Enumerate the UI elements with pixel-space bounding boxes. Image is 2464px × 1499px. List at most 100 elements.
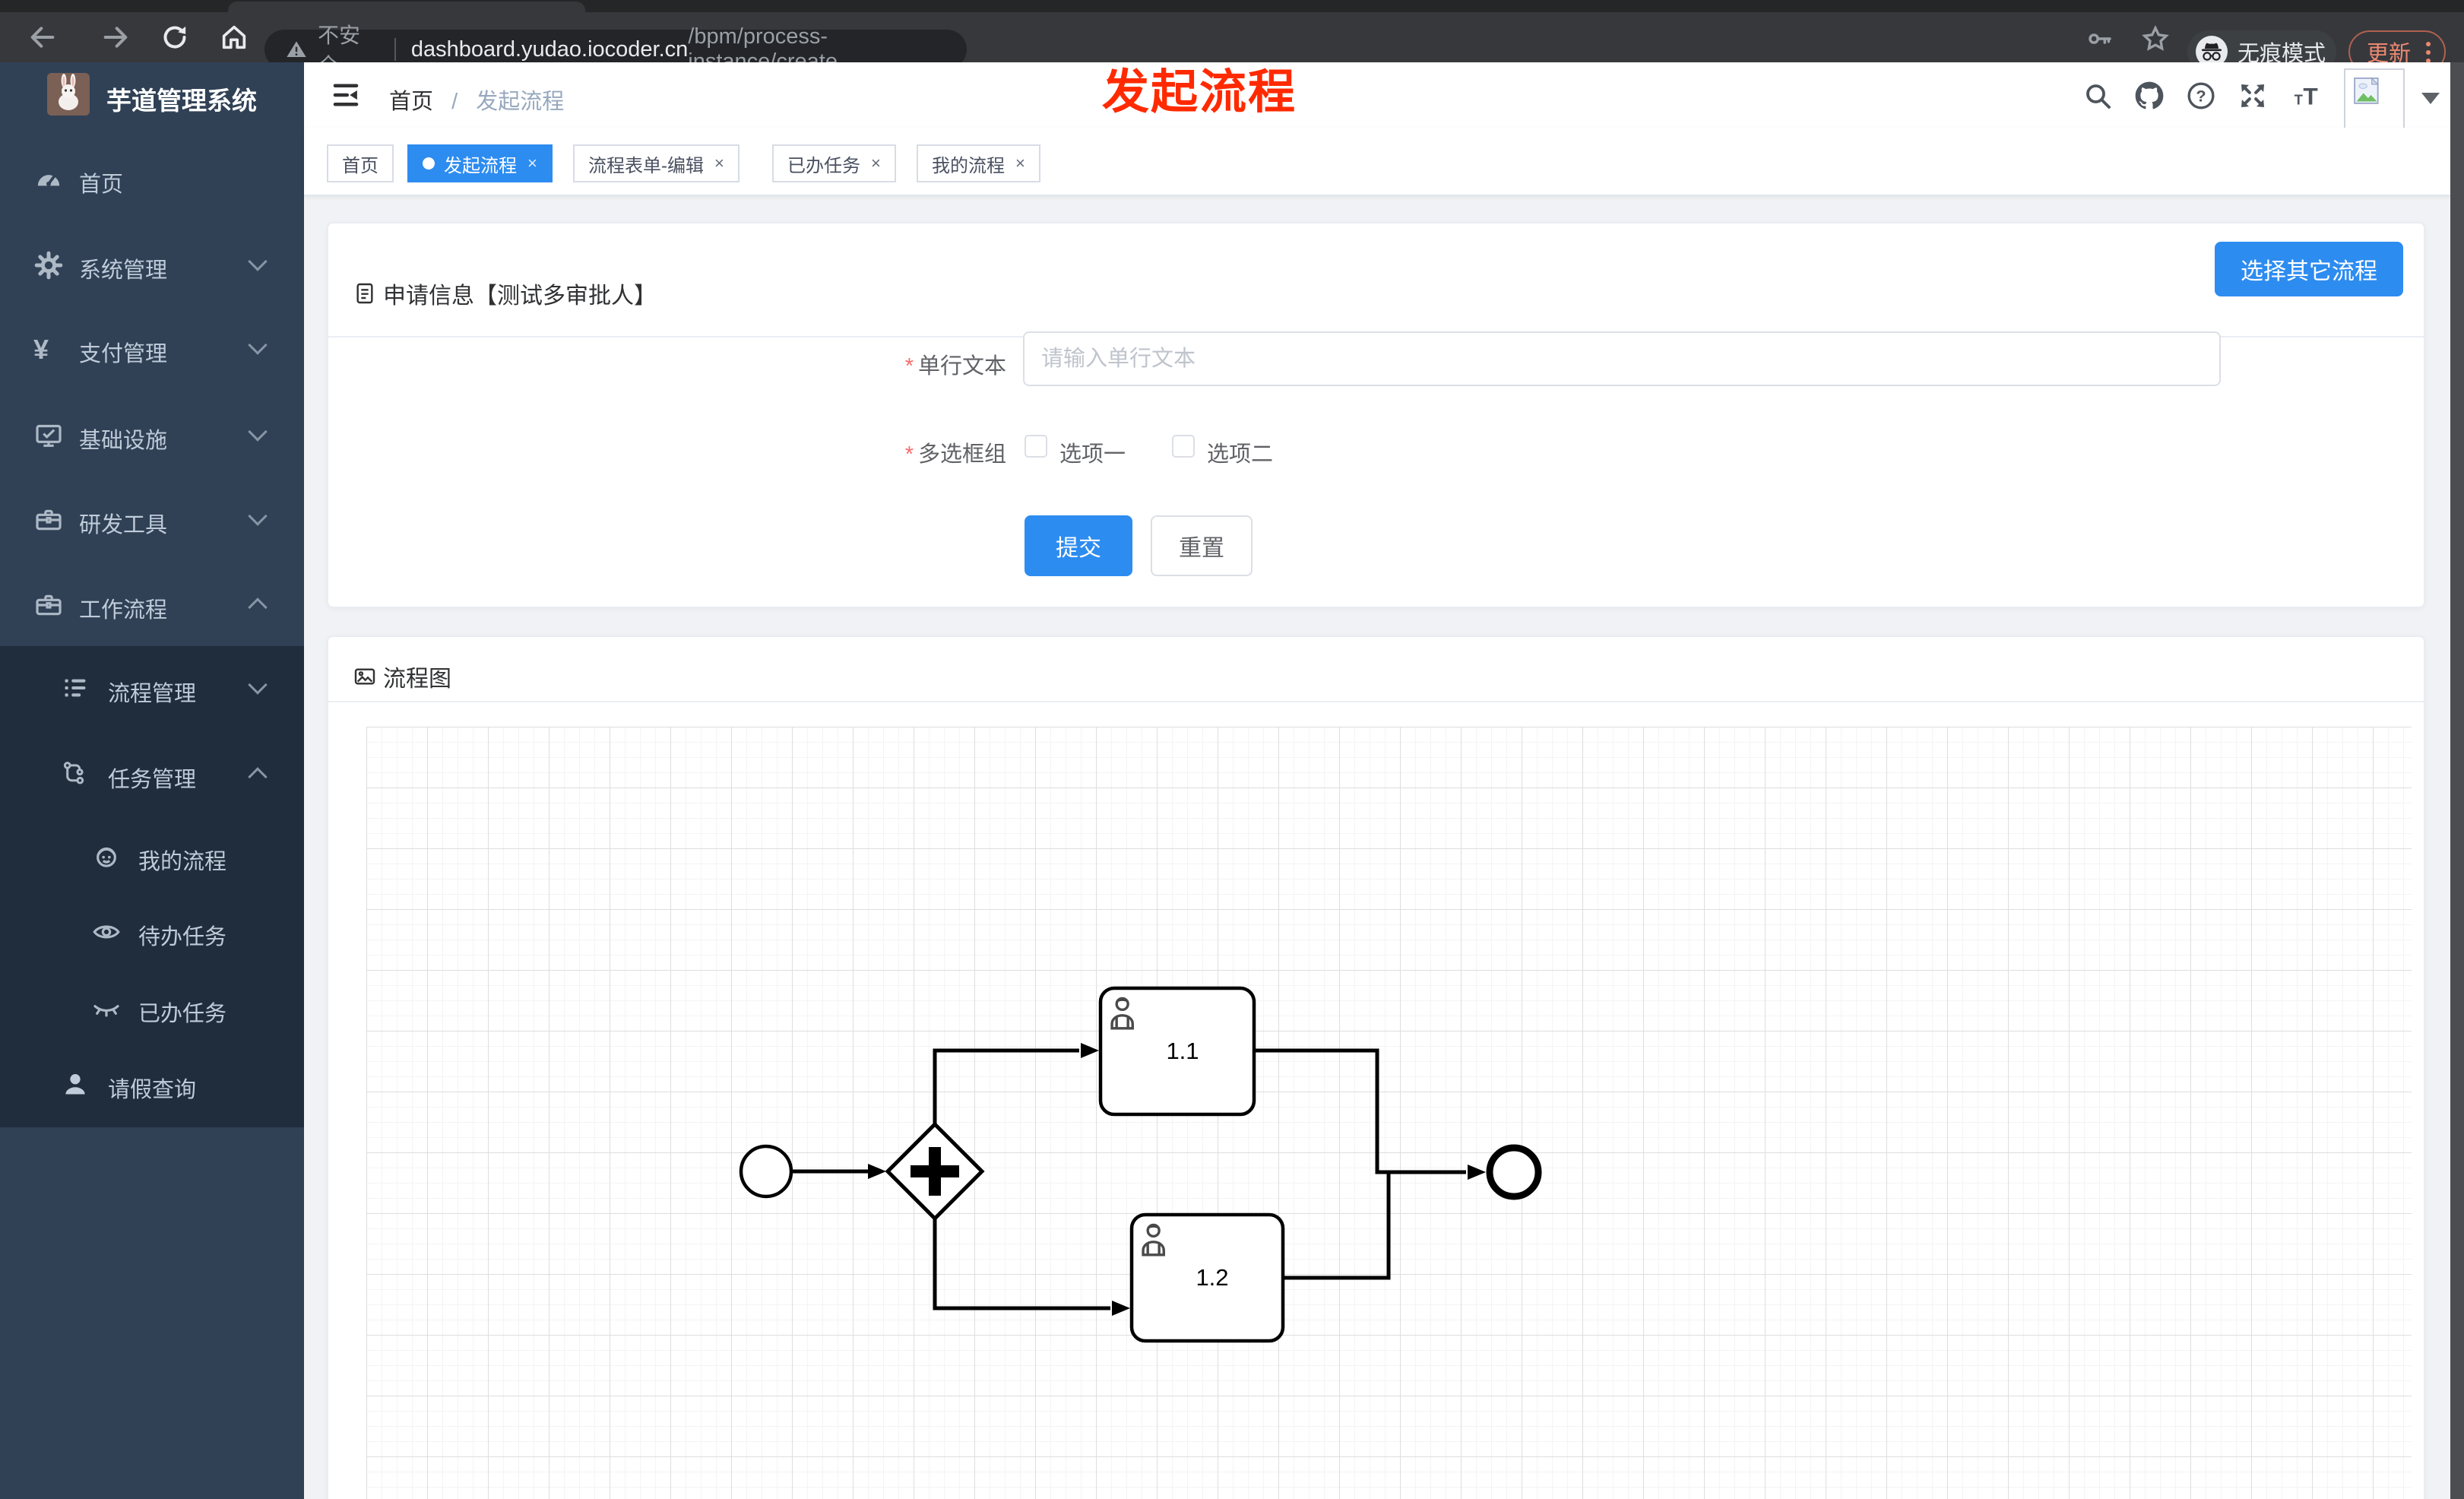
flow-task2-to-end — [1283, 1174, 1391, 1280]
breadcrumb-separator: / — [451, 90, 458, 114]
breadcrumb: 首页 / 发起流程 — [389, 84, 564, 116]
sidebar-item-done-tasks[interactable]: 已办任务 — [0, 971, 304, 1047]
chevron-down-icon — [248, 506, 268, 526]
apply-info-card: 申请信息【测试多审批人】 选择其它流程 *单行文本 *多选框组 选项一 选项二 … — [327, 222, 2425, 608]
user-task-1: 1.1 — [1098, 986, 1256, 1117]
apply-info-card-title: 申请信息【测试多审批人】 — [353, 277, 657, 310]
tab-create-flow[interactable]: 发起流程 × — [407, 144, 553, 182]
tab-close-icon[interactable]: × — [527, 154, 537, 173]
forward-icon[interactable] — [100, 22, 131, 52]
toolbox-icon — [33, 505, 64, 535]
select-other-process-button[interactable]: 选择其它流程 — [2215, 242, 2403, 296]
checkbox-group-label: * 多选框组 — [904, 442, 1006, 467]
app-logo[interactable] — [47, 73, 90, 116]
key-icon[interactable] — [2086, 24, 2116, 55]
url-host: dashboard.yudao.iocoder.cn — [410, 36, 689, 62]
fullscreen-icon[interactable] — [2238, 81, 2268, 111]
task1-label: 1.1 — [1166, 1038, 1199, 1064]
gear-icon — [33, 250, 64, 280]
help-icon[interactable]: ? — [2186, 81, 2216, 111]
browser-active-tab[interactable] — [228, 2, 585, 12]
submit-button[interactable]: 提交 — [1025, 515, 1132, 576]
chevron-down-icon — [248, 422, 268, 442]
sidebar-item-my-process[interactable]: 我的流程 — [0, 819, 304, 895]
sidebar-collapse-icon[interactable] — [330, 79, 362, 111]
sidebar-item-task-mgmt[interactable]: 任务管理 — [0, 737, 304, 813]
flow-gateway-to-task2 — [933, 1216, 1110, 1310]
tab-form-edit[interactable]: 流程表单-编辑 × — [573, 144, 740, 182]
home-icon[interactable] — [219, 22, 249, 52]
avatar-dropdown-caret[interactable] — [2421, 93, 2440, 104]
checkbox-option-2-label[interactable]: 选项二 — [1207, 436, 1273, 468]
tab-close-icon[interactable]: × — [1015, 154, 1025, 173]
annotation-title: 发起流程 — [1102, 66, 1297, 119]
process-diagram-card-title: 流程图 — [353, 660, 451, 693]
tab-my-process[interactable]: 我的流程 × — [917, 144, 1040, 182]
task2-label: 1.2 — [1196, 1264, 1228, 1291]
chevron-down-icon — [248, 675, 268, 695]
app-header — [304, 62, 2450, 128]
dashboard-icon — [33, 164, 64, 195]
font-size-icon[interactable]: TT — [2289, 81, 2320, 111]
user-task-2: 1.2 — [1129, 1212, 1285, 1343]
page-scrollbar[interactable] — [2450, 62, 2464, 1499]
chevron-down-icon — [248, 335, 268, 355]
chevron-down-icon — [248, 252, 268, 271]
monitor-icon — [33, 420, 64, 451]
tree-icon — [61, 759, 91, 790]
search-icon[interactable] — [2082, 81, 2113, 111]
checkbox-option-1-label[interactable]: 选项一 — [1059, 436, 1126, 468]
back-icon[interactable] — [27, 22, 58, 52]
sidebar-item-workflow[interactable]: 工作流程 — [0, 567, 304, 643]
eye-closed-icon — [91, 994, 122, 1024]
single-line-input[interactable] — [1023, 331, 2221, 386]
tab-close-icon[interactable]: × — [714, 154, 724, 173]
chevron-up-icon — [248, 767, 268, 787]
breadcrumb-home[interactable]: 首页 — [389, 90, 433, 114]
svg-text:T: T — [2295, 92, 2303, 108]
tab-close-icon[interactable]: × — [871, 154, 881, 173]
broken-image-icon — [2354, 77, 2380, 104]
reload-icon[interactable] — [160, 22, 190, 52]
sidebar-item-infra[interactable]: 基础设施 — [0, 398, 304, 474]
checkbox-option-1[interactable] — [1025, 435, 1047, 458]
flow-task1-to-end — [1254, 1048, 1466, 1174]
single-line-label: * 单行文本 — [904, 354, 1006, 379]
bpmn-diagram: 1.1 1.2 — [739, 986, 1542, 1343]
avatar[interactable] — [2344, 68, 2405, 129]
sidebar-item-payment[interactable]: ¥ 支付管理 — [0, 311, 304, 387]
sidebar-item-process-mgmt[interactable]: 流程管理 — [0, 651, 304, 727]
face-icon — [91, 841, 122, 872]
sidebar-item-home[interactable]: 首页 — [0, 141, 304, 217]
user-icon — [61, 1070, 91, 1100]
sidebar-item-todo-tasks[interactable]: 待办任务 — [0, 894, 304, 970]
active-tab-dot — [423, 157, 435, 170]
tab-home[interactable]: 首页 — [327, 144, 394, 182]
end-event — [1486, 1144, 1542, 1200]
tags-view-bar: 首页 发起流程 × 流程表单-编辑 × 已办任务 × 我的流程 × — [304, 128, 2450, 196]
security-warning-icon[interactable] — [284, 37, 309, 62]
sidebar-item-system[interactable]: 系统管理 — [0, 227, 304, 303]
app-title: 芋道管理系统 — [106, 87, 257, 115]
tab-done-tasks[interactable]: 已办任务 × — [772, 144, 896, 182]
image-icon — [354, 668, 375, 685]
github-icon[interactable] — [2134, 81, 2165, 111]
browser-tab-strip — [0, 0, 2464, 12]
reset-button[interactable]: 重置 — [1151, 515, 1253, 576]
svg-text:T: T — [2303, 83, 2317, 110]
bookmark-star-icon[interactable] — [2140, 24, 2171, 54]
required-mark: * — [904, 442, 914, 467]
screen: 不安全 dashboard.yudao.iocoder.cn/bpm/proce… — [0, 0, 2464, 1499]
sidebar-item-leave-query[interactable]: 请假查询 — [0, 1047, 304, 1123]
sidebar-item-devtools[interactable]: 研发工具 — [0, 482, 304, 558]
sidebar: 芋道管理系统 首页系统管理 ¥ 支付管理基础设施研发工具工作流程流程管理任务管理 我的… — [0, 62, 304, 1499]
flow-gateway-to-task1 — [933, 1048, 1079, 1127]
parallel-gateway — [885, 1121, 985, 1222]
checkbox-option-2[interactable] — [1172, 435, 1195, 458]
breadcrumb-current: 发起流程 — [476, 90, 565, 114]
list-icon — [61, 673, 91, 704]
required-mark: * — [904, 354, 914, 379]
eye-open-icon — [91, 917, 122, 947]
toolbox-icon — [33, 590, 64, 620]
url-divider — [394, 38, 396, 61]
